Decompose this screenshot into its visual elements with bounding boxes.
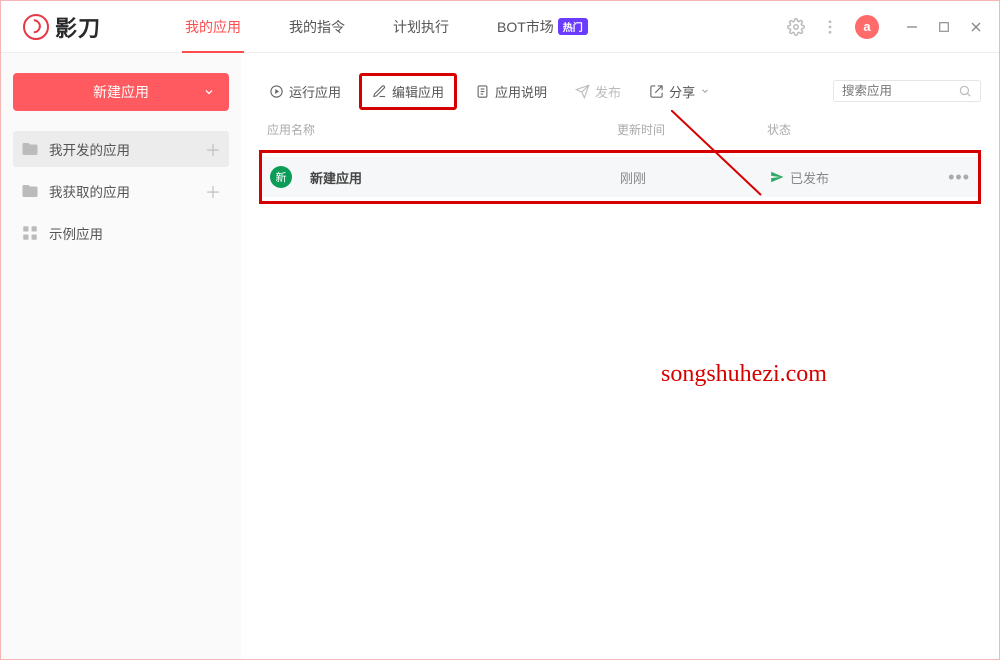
app-toolbar: 运行应用 编辑应用 应用说明 发布 分享 <box>259 71 981 111</box>
add-folder-icon[interactable]: ＋ <box>205 137 221 161</box>
edit-icon <box>372 84 387 99</box>
tool-label: 发布 <box>595 82 621 101</box>
top-nav: 我的应用 我的指令 计划执行 BOT市场 热门 <box>161 1 612 53</box>
grid-icon <box>21 224 39 242</box>
edit-app-button[interactable]: 编辑应用 <box>359 73 457 110</box>
row-status-label: 已发布 <box>790 168 829 187</box>
app-logo: 影刀 <box>23 11 101 43</box>
column-headers: 应用名称 更新时间 状态 <box>259 111 981 150</box>
sidebar-item-label: 我获取的应用 <box>49 181 130 201</box>
share-icon <box>649 84 664 99</box>
gear-icon[interactable] <box>787 18 805 36</box>
watermark-text: songshuhezi.com <box>661 361 827 388</box>
search-icon <box>958 84 972 98</box>
sidebar-item-obtained[interactable]: 我获取的应用 ＋ <box>13 173 229 209</box>
chevron-down-icon <box>203 86 215 98</box>
search-input[interactable] <box>842 84 952 98</box>
tool-label: 分享 <box>669 82 695 101</box>
tool-label: 运行应用 <box>289 82 341 101</box>
avatar-letter: a <box>863 19 870 34</box>
nav-label: 我的应用 <box>185 17 241 37</box>
new-badge-icon: 新 <box>270 166 292 188</box>
app-name: 影刀 <box>55 11 101 43</box>
nav-my-apps[interactable]: 我的应用 <box>161 1 265 53</box>
sidebar-item-examples[interactable]: 示例应用 <box>13 215 229 251</box>
window-minimize-icon[interactable] <box>905 20 919 34</box>
nav-my-commands[interactable]: 我的指令 <box>265 1 369 53</box>
col-time: 更新时间 <box>617 121 767 138</box>
title-bar: 影刀 我的应用 我的指令 计划执行 BOT市场 热门 a <box>1 1 999 53</box>
chevron-down-icon <box>700 86 710 96</box>
hot-badge: 热门 <box>558 18 588 35</box>
window-close-icon[interactable] <box>969 20 983 34</box>
logo-icon <box>23 14 49 40</box>
col-name: 应用名称 <box>267 121 617 138</box>
avatar[interactable]: a <box>855 15 879 39</box>
tool-label: 编辑应用 <box>392 82 444 101</box>
folder-icon <box>21 140 39 158</box>
app-desc-button[interactable]: 应用说明 <box>465 76 557 107</box>
add-folder-icon[interactable]: ＋ <box>205 179 221 203</box>
row-more-icon[interactable]: ••• <box>948 167 970 188</box>
new-app-button[interactable]: 新建应用 <box>13 73 229 111</box>
document-icon <box>475 84 490 99</box>
highlighted-row-box: 新 新建应用 刚刚 已发布 ••• <box>259 150 981 204</box>
search-box[interactable] <box>833 80 981 102</box>
sidebar: 新建应用 我开发的应用 ＋ 我获取的应用 ＋ 示例应用 <box>1 53 241 659</box>
sidebar-item-developed[interactable]: 我开发的应用 ＋ <box>13 131 229 167</box>
nav-label: 我的指令 <box>289 17 345 37</box>
send-icon <box>575 84 590 99</box>
play-icon <box>269 84 284 99</box>
nav-schedule[interactable]: 计划执行 <box>369 1 473 53</box>
col-status: 状态 <box>767 121 977 138</box>
folder-icon <box>21 182 39 200</box>
row-update-time: 刚刚 <box>620 168 770 187</box>
new-app-label: 新建应用 <box>93 82 149 102</box>
publish-button[interactable]: 发布 <box>565 76 631 107</box>
row-app-name: 新建应用 <box>310 168 620 187</box>
share-button[interactable]: 分享 <box>639 76 720 107</box>
window-maximize-icon[interactable] <box>937 20 951 34</box>
nav-label: 计划执行 <box>393 17 449 37</box>
tool-label: 应用说明 <box>495 82 547 101</box>
app-row[interactable]: 新 新建应用 刚刚 已发布 ••• <box>262 157 978 197</box>
sidebar-item-label: 示例应用 <box>49 223 103 243</box>
row-status: 已发布 <box>770 168 948 187</box>
more-vertical-icon[interactable] <box>821 18 839 36</box>
published-icon <box>770 170 784 184</box>
main-panel: 运行应用 编辑应用 应用说明 发布 分享 <box>241 53 999 659</box>
run-app-button[interactable]: 运行应用 <box>259 76 351 107</box>
nav-label: BOT市场 <box>497 17 554 37</box>
sidebar-item-label: 我开发的应用 <box>49 139 130 159</box>
nav-bot-market[interactable]: BOT市场 热门 <box>473 1 612 53</box>
